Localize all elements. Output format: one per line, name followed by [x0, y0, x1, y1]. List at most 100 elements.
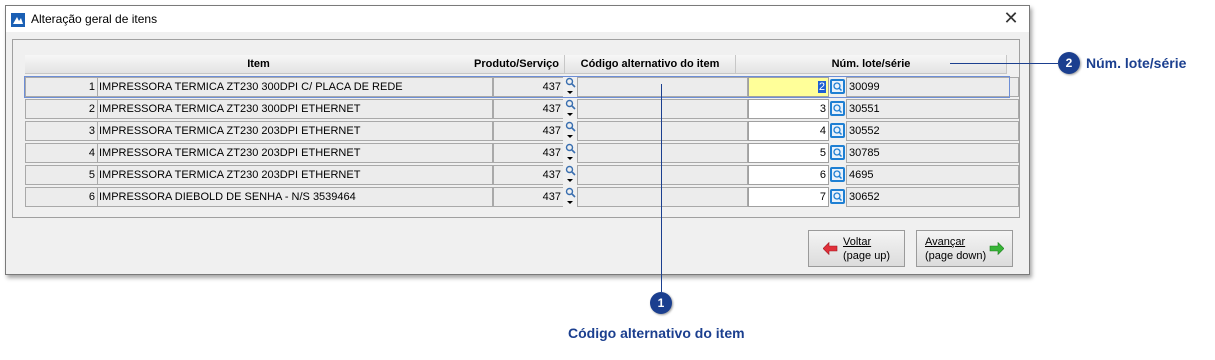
codigo-alternativo-cell[interactable] — [577, 143, 748, 163]
lote-value: 7 — [819, 191, 826, 203]
title-bar: Alteração geral de itens ✕ — [6, 6, 1029, 32]
item-description[interactable]: IMPRESSORA TERMICA ZT230 300DPI C/ PLACA… — [97, 77, 493, 97]
lote-value: 5 — [819, 147, 826, 159]
row-number: 3 — [25, 121, 97, 141]
dropdown-arrow-icon — [567, 113, 573, 116]
callout-1-badge: 1 — [650, 292, 672, 314]
produto-code[interactable]: 437 — [493, 143, 563, 163]
callout-2-line — [950, 63, 1058, 64]
lookup-icon — [832, 169, 843, 180]
serie-value[interactable]: 30551 — [846, 99, 1019, 119]
produto-code[interactable]: 437 — [493, 77, 563, 97]
codigo-alternativo-cell[interactable] — [577, 77, 748, 97]
lote-lookup-button[interactable] — [830, 79, 845, 94]
lote-lookup-button[interactable] — [830, 145, 845, 160]
dropdown-arrow-icon — [567, 91, 573, 94]
produto-search-button[interactable] — [563, 121, 577, 141]
items-grid: Item Produto/Serviço Código alternativo … — [12, 39, 1020, 218]
close-icon[interactable]: ✕ — [1001, 8, 1021, 28]
table-row[interactable]: 5 IMPRESSORA TERMICA ZT230 203DPI ETHERNE… — [25, 165, 1019, 185]
magnifier-icon — [565, 165, 576, 176]
callout-1-line — [661, 84, 662, 292]
table-row[interactable]: 2 IMPRESSORA TERMICA ZT230 300DPI ETHERNE… — [25, 99, 1019, 119]
app-icon — [11, 13, 25, 27]
lote-value: 3 — [819, 103, 826, 115]
table-row[interactable]: 4 IMPRESSORA TERMICA ZT230 203DPI ETHERNE… — [25, 143, 1019, 163]
header-lote[interactable]: Núm. lote/série — [736, 55, 1007, 74]
dropdown-arrow-icon — [567, 157, 573, 160]
item-description[interactable]: IMPRESSORA DIEBOLD DE SENHA - N/S 353946… — [97, 187, 493, 207]
arrow-left-icon — [823, 242, 838, 255]
row-number: 2 — [25, 99, 97, 119]
dropdown-arrow-icon — [567, 201, 573, 204]
item-description[interactable]: IMPRESSORA TERMICA ZT230 300DPI ETHERNET — [97, 99, 493, 119]
lote-input[interactable]: 7 — [748, 187, 829, 207]
lote-lookup-button[interactable] — [830, 123, 845, 138]
serie-value[interactable]: 30552 — [846, 121, 1019, 141]
dropdown-arrow-icon — [567, 135, 573, 138]
lookup-icon — [832, 125, 843, 136]
callout-2-label: Núm. lote/série — [1086, 55, 1187, 71]
magnifier-icon — [565, 121, 576, 132]
produto-search-button[interactable] — [563, 165, 577, 185]
row-number: 5 — [25, 165, 97, 185]
lote-input[interactable]: 6 — [748, 165, 829, 185]
avancar-hint: (page down) — [925, 250, 987, 262]
dialog-window: Alteração geral de itens ✕ Item Produto/… — [5, 5, 1030, 275]
lote-lookup-button[interactable] — [830, 101, 845, 116]
voltar-hint: (page up) — [843, 250, 891, 262]
row-number: 1 — [25, 77, 97, 97]
produto-code[interactable]: 437 — [493, 165, 563, 185]
lote-input[interactable]: 5 — [748, 143, 829, 163]
lote-input[interactable]: 2 — [748, 77, 829, 97]
serie-value[interactable]: 30652 — [846, 187, 1019, 207]
serie-value[interactable]: 30099 — [846, 77, 1019, 97]
lookup-icon — [832, 81, 843, 92]
lote-input[interactable]: 4 — [748, 121, 829, 141]
codigo-alternativo-cell[interactable] — [577, 99, 748, 119]
produto-search-button[interactable] — [563, 143, 577, 163]
produto-search-button[interactable] — [563, 77, 577, 97]
lote-lookup-button[interactable] — [830, 167, 845, 182]
produto-code[interactable]: 437 — [493, 121, 563, 141]
item-description[interactable]: IMPRESSORA TERMICA ZT230 203DPI ETHERNET — [97, 121, 493, 141]
lookup-icon — [832, 191, 843, 202]
produto-search-button[interactable] — [563, 99, 577, 119]
serie-value[interactable]: 4695 — [846, 165, 1019, 185]
produto-code[interactable]: 437 — [493, 187, 563, 207]
voltar-label: Voltar — [843, 236, 872, 248]
avancar-button[interactable]: Avançar (page down) — [916, 230, 1013, 267]
serie-value[interactable]: 30785 — [846, 143, 1019, 163]
lote-value: 6 — [819, 169, 826, 181]
produto-search-button[interactable] — [563, 187, 577, 207]
lookup-icon — [832, 147, 843, 158]
item-description[interactable]: IMPRESSORA TERMICA ZT230 203DPI ETHERNET — [97, 165, 493, 185]
arrow-right-icon — [989, 242, 1004, 255]
table-row[interactable]: 6 IMPRESSORA DIEBOLD DE SENHA - N/S 35394… — [25, 187, 1019, 207]
produto-code[interactable]: 437 — [493, 99, 563, 119]
table-row[interactable]: 1 IMPRESSORA TERMICA ZT230 300DPI C/ PLAC… — [24, 76, 1019, 98]
lote-value: 4 — [819, 125, 826, 137]
item-description[interactable]: IMPRESSORA TERMICA ZT230 203DPI ETHERNET — [97, 143, 493, 163]
codigo-alternativo-cell[interactable] — [577, 121, 748, 141]
avancar-label: Avançar — [925, 236, 966, 248]
lote-input[interactable]: 3 — [748, 99, 829, 119]
row-number: 4 — [25, 143, 97, 163]
dropdown-arrow-icon — [567, 179, 573, 182]
row-number: 6 — [25, 187, 97, 207]
magnifier-icon — [565, 143, 576, 154]
header-produto[interactable]: Produto/Serviço — [469, 55, 565, 74]
magnifier-icon — [565, 187, 576, 198]
table-row[interactable]: 3 IMPRESSORA TERMICA ZT230 203DPI ETHERNE… — [25, 121, 1019, 141]
callout-1-label: Código alternativo do item — [568, 325, 745, 341]
lote-value: 2 — [817, 81, 826, 93]
header-codigo-alternativo[interactable]: Código alternativo do item — [565, 55, 736, 74]
lote-lookup-button[interactable] — [830, 189, 845, 204]
magnifier-icon — [565, 77, 576, 88]
header-item[interactable]: Item — [25, 55, 493, 74]
callout-2-badge: 2 — [1058, 52, 1080, 74]
window-title: Alteração geral de itens — [31, 12, 158, 26]
voltar-button[interactable]: Voltar (page up) — [808, 230, 905, 267]
codigo-alternativo-cell[interactable] — [577, 187, 748, 207]
codigo-alternativo-cell[interactable] — [577, 165, 748, 185]
